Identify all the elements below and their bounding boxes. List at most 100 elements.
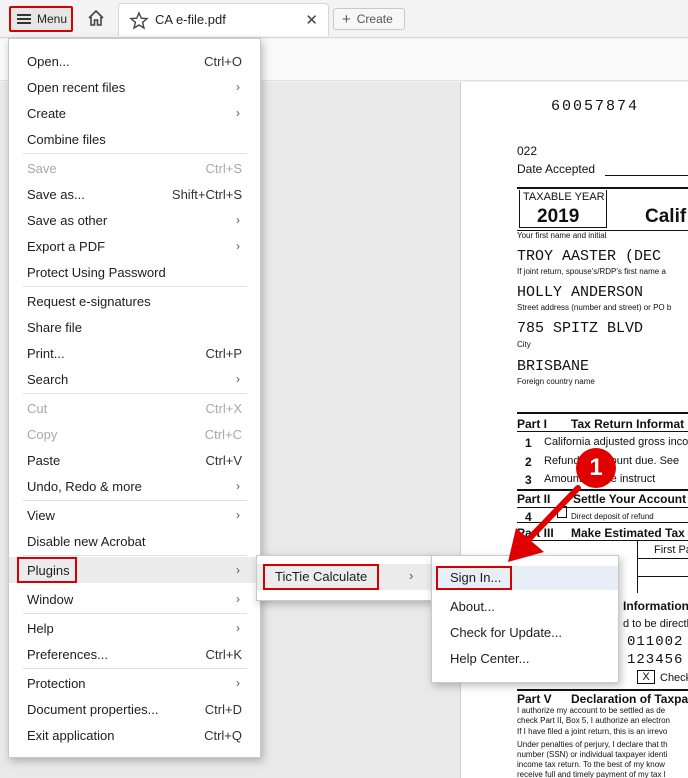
menu-item-shortcut: Ctrl+X bbox=[205, 400, 242, 416]
menu-item-disable-new-acrobat[interactable]: Disable new Acrobat bbox=[9, 528, 260, 554]
menu-item-shortcut: Ctrl+C bbox=[204, 426, 242, 442]
taxable-year-label: TAXABLE YEAR bbox=[523, 191, 605, 203]
line-1-num: 1 bbox=[525, 436, 532, 450]
star-icon[interactable] bbox=[129, 11, 149, 31]
menu-item-save-as-other[interactable]: Save as other › bbox=[9, 207, 260, 233]
menu-separator bbox=[23, 555, 247, 556]
first-name-value: TROY AASTER (DEC bbox=[517, 248, 662, 265]
close-tab-icon[interactable]: ✕ bbox=[305, 11, 318, 29]
chevron-right-icon: › bbox=[236, 563, 240, 577]
country-label: Foreign country name bbox=[517, 377, 595, 386]
spouse-name-label: If joint return, spouse's/RDP's first na… bbox=[517, 267, 666, 276]
routing-number: 011002 bbox=[627, 634, 684, 650]
menu-item-label: Copy bbox=[27, 426, 58, 442]
menu-item-exit-application[interactable]: Exit application Ctrl+Q bbox=[9, 722, 260, 748]
submenu-item-help-center[interactable]: Help Center... bbox=[432, 647, 618, 671]
submenu-item-label: Help Center... bbox=[450, 651, 530, 666]
checking-checkbox[interactable]: X bbox=[637, 670, 655, 684]
menu-item-label: Export a PDF bbox=[27, 238, 106, 254]
spouse-name-value: HOLLY ANDERSON bbox=[517, 284, 644, 301]
tictie-highlight-box bbox=[263, 564, 379, 590]
menu-item-shortcut: Ctrl+P bbox=[205, 345, 242, 361]
home-button[interactable] bbox=[86, 8, 110, 30]
menu-item-help[interactable]: Help › bbox=[9, 615, 260, 641]
menu-item-label: Save as... bbox=[27, 186, 85, 202]
menu-item-view[interactable]: View › bbox=[9, 502, 260, 528]
menu-item-open[interactable]: Open... Ctrl+O bbox=[9, 48, 260, 74]
chevron-right-icon: › bbox=[236, 676, 240, 690]
chevron-right-icon: › bbox=[236, 479, 240, 493]
menu-item-shortcut: Ctrl+O bbox=[204, 53, 242, 69]
menu-item-save: Save Ctrl+S bbox=[9, 155, 260, 181]
hamburger-icon bbox=[17, 14, 31, 24]
rule bbox=[517, 431, 688, 432]
chevron-right-icon: › bbox=[236, 508, 240, 522]
menu-item-print[interactable]: Print... Ctrl+P bbox=[9, 340, 260, 366]
step-number-badge: 1 bbox=[576, 448, 616, 488]
chevron-right-icon: › bbox=[236, 106, 240, 120]
rule bbox=[517, 412, 688, 414]
city-value: BRISBANE bbox=[517, 358, 590, 375]
menu-item-document-properties[interactable]: Document properties... Ctrl+D bbox=[9, 696, 260, 722]
create-button[interactable]: + Create bbox=[333, 8, 405, 30]
tab-ca-efile[interactable]: CA e-file.pdf ✕ bbox=[118, 3, 329, 36]
menu-item-open-recent-files[interactable]: Open recent files › bbox=[9, 74, 260, 100]
menu-item-preferences[interactable]: Preferences... Ctrl+K bbox=[9, 641, 260, 667]
menu-button[interactable]: Menu bbox=[9, 6, 73, 32]
menu-item-label: Open recent files bbox=[27, 79, 126, 95]
menu-item-label: Create bbox=[27, 105, 67, 121]
part5-label: Part V bbox=[517, 692, 552, 706]
fine-print-6: income tax return. To the best of my kno… bbox=[517, 760, 665, 769]
menu-separator bbox=[23, 286, 247, 287]
menu-item-label: Paste bbox=[27, 452, 61, 468]
menu-item-shortcut: Ctrl+S bbox=[205, 160, 242, 176]
plugins-submenu: TicTie Calculate › bbox=[256, 555, 433, 601]
menu-item-label: Open... bbox=[27, 53, 70, 69]
main-menu: Open... Ctrl+O Open recent files › Create ›… bbox=[8, 38, 261, 758]
menu-button-label: Menu bbox=[37, 12, 68, 26]
menu-item-shortcut: Ctrl+D bbox=[204, 701, 242, 717]
menu-item-combine-files[interactable]: Combine files bbox=[9, 126, 260, 152]
menu-item-label: Disable new Acrobat bbox=[27, 533, 146, 549]
menu-item-search[interactable]: Search › bbox=[9, 366, 260, 392]
chevron-right-icon: › bbox=[236, 239, 240, 253]
menu-item-share-file[interactable]: Share file bbox=[9, 314, 260, 340]
form-title: Calif bbox=[645, 206, 687, 227]
menu-item-label: Preferences... bbox=[27, 646, 108, 662]
fine-print-7: receive full and timely payment of my ta… bbox=[517, 770, 666, 778]
plus-icon: + bbox=[342, 10, 351, 28]
submenu-item-label: About... bbox=[450, 599, 495, 614]
menu-item-undo-redo-more[interactable]: Undo, Redo & more › bbox=[9, 473, 260, 499]
menu-item-shortcut: Ctrl+V bbox=[205, 452, 242, 468]
information-label: Information bbox=[623, 599, 688, 613]
part1-title: Tax Return Informat bbox=[571, 417, 685, 431]
menu-item-protection[interactable]: Protection › bbox=[9, 670, 260, 696]
menu-item-label: Window bbox=[27, 591, 74, 607]
submenu-item-about[interactable]: About... bbox=[432, 595, 618, 619]
chevron-right-icon: › bbox=[236, 80, 240, 94]
menu-item-request-e-signatures[interactable]: Request e-signatures bbox=[9, 288, 260, 314]
menu-item-export-pdf[interactable]: Export a PDF › bbox=[9, 233, 260, 259]
first-payment-label: First Pa bbox=[654, 544, 688, 556]
home-icon bbox=[88, 9, 104, 26]
menu-separator bbox=[23, 668, 247, 669]
submenu-item-check-for-update[interactable]: Check for Update... bbox=[432, 621, 618, 645]
menu-item-copy: Copy Ctrl+C bbox=[9, 421, 260, 447]
tab-title: CA e-file.pdf bbox=[155, 12, 226, 27]
doc-code: 022 bbox=[517, 144, 538, 158]
menu-item-window[interactable]: Window › bbox=[9, 586, 260, 612]
line-2-num: 2 bbox=[525, 455, 532, 469]
rule bbox=[517, 187, 688, 189]
menu-item-create[interactable]: Create › bbox=[9, 100, 260, 126]
date-line bbox=[605, 175, 688, 176]
checking-label: Check bbox=[660, 672, 688, 684]
menu-item-label: Save bbox=[27, 160, 57, 176]
menu-separator bbox=[23, 393, 247, 394]
menu-item-save-as[interactable]: Save as... Shift+Ctrl+S bbox=[9, 181, 260, 207]
menu-item-shortcut: Ctrl+K bbox=[205, 646, 242, 662]
menu-item-protect-using-password[interactable]: Protect Using Password bbox=[9, 259, 260, 285]
menu-item-paste[interactable]: Paste Ctrl+V bbox=[9, 447, 260, 473]
menu-separator bbox=[23, 613, 247, 614]
menu-item-label: Protection bbox=[27, 675, 86, 691]
directly-text: d to be directly bbox=[623, 618, 688, 630]
